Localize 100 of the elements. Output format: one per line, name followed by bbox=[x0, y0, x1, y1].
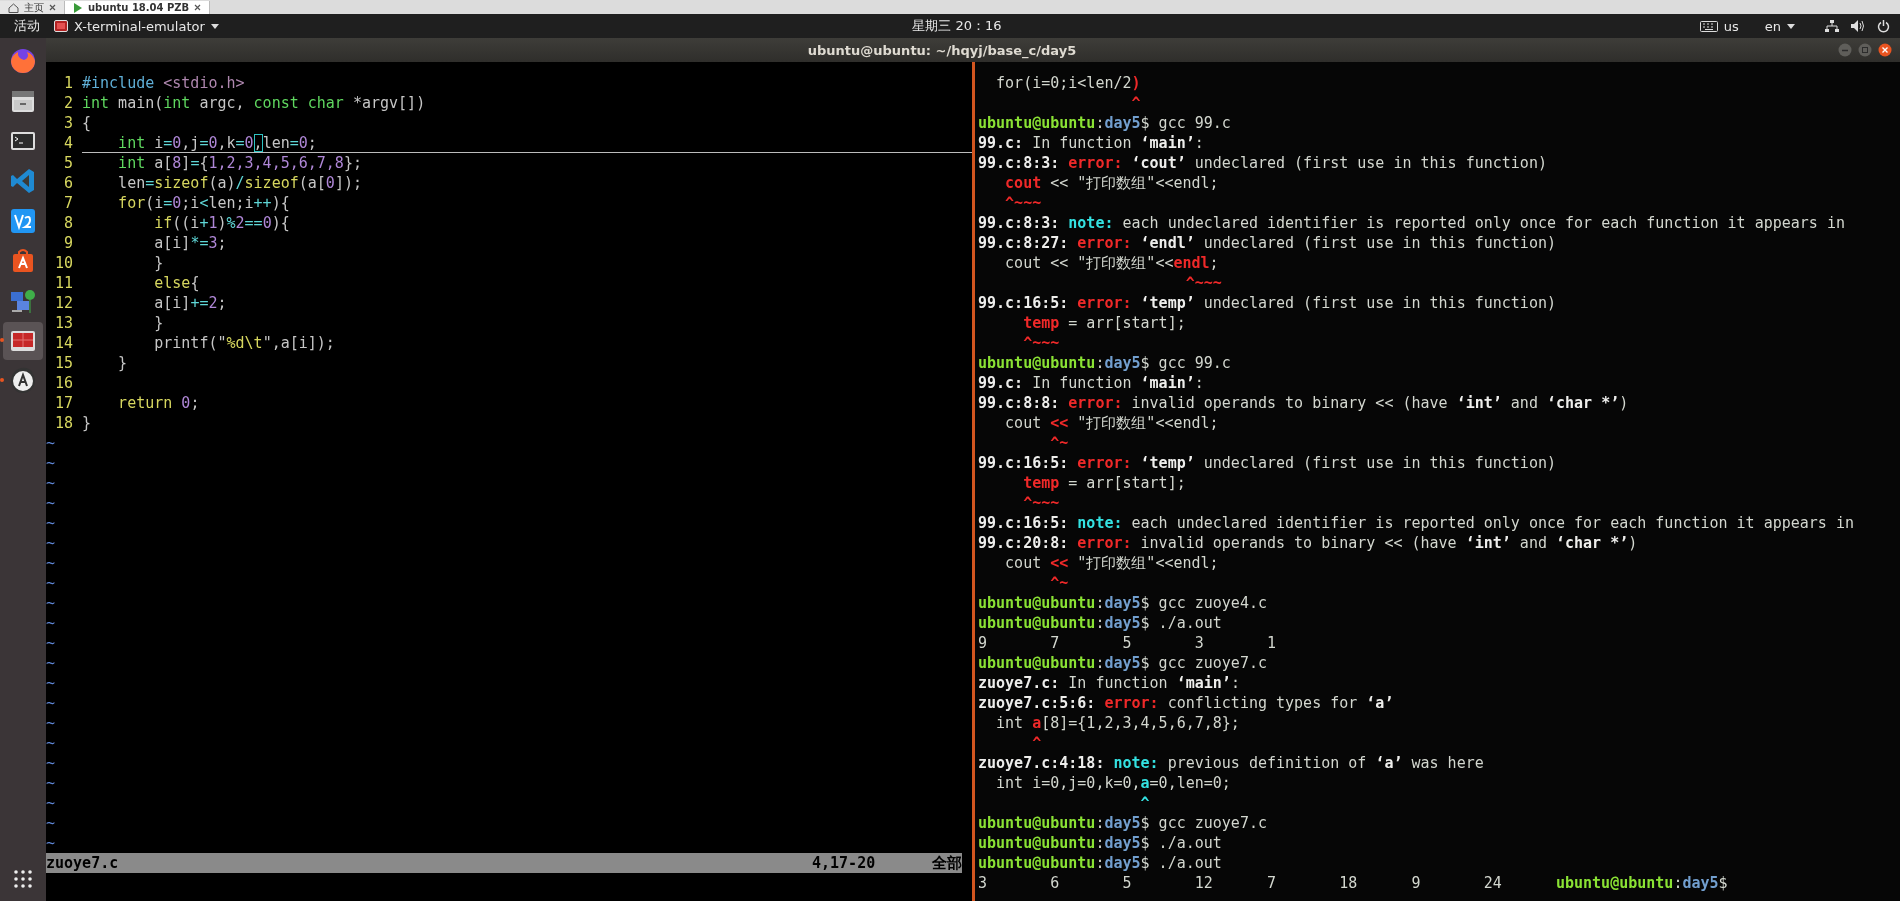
terminal-line: ^ bbox=[1031, 733, 1042, 753]
volume-icon[interactable] bbox=[1851, 20, 1865, 32]
line-number: 1 bbox=[62, 73, 74, 93]
line-number: 7 bbox=[62, 193, 74, 213]
code-line: } bbox=[153, 313, 165, 333]
terminal-line: 99.c:8:8: error: invalid operands to binary << (have ‘int’ and ‘char *’) bbox=[978, 393, 1629, 413]
browser-tab[interactable]: ubuntu 18.04 PZB bbox=[65, 1, 211, 14]
terminal-line: 99.c: In function ‘main’: bbox=[978, 133, 1204, 153]
launcher-item[interactable] bbox=[3, 322, 43, 360]
line-number: 11 bbox=[53, 273, 74, 293]
window-title: ubuntu@ubuntu: ~/hqyj/base_c/day5 bbox=[806, 42, 1078, 58]
app-menu[interactable]: X-terminal-emulator bbox=[54, 18, 219, 34]
terminal-line: temp = arr[start]; bbox=[1022, 313, 1186, 333]
terminal-line: 9 7 5 3 1 bbox=[978, 633, 1276, 653]
code-line: #include <stdio.h> bbox=[82, 73, 246, 93]
terminal-line: ^~~~ bbox=[1022, 333, 1060, 353]
terminal-line: ubuntu@ubuntu:day5$ ./a.out bbox=[978, 613, 1222, 633]
clock[interactable]: 星期三 20：16 bbox=[912, 18, 1002, 33]
terminal-line: ^ bbox=[1139, 793, 1150, 813]
code-line: return 0; bbox=[117, 393, 201, 413]
code-line: int a[8]={1,2,3,4,5,6,7,8}; bbox=[117, 153, 363, 173]
code-line: len=sizeof(a)/sizeof(a[0]); bbox=[117, 173, 363, 193]
language-menu[interactable]: en bbox=[1764, 18, 1795, 34]
keyboard-layout-indicator[interactable]: us bbox=[1699, 18, 1739, 34]
network-icon[interactable] bbox=[1825, 19, 1839, 33]
empty-line-marker: ~ bbox=[46, 553, 56, 573]
terminal-line: ^~~~ bbox=[1184, 273, 1222, 293]
terminal-app-icon bbox=[54, 20, 68, 32]
code-line: for(i=0;i<len;i++){ bbox=[117, 193, 291, 213]
line-number: 9 bbox=[62, 233, 74, 253]
update-icon bbox=[8, 366, 38, 396]
terminal-line: zuoye7.c:5:6: error: conflicting types for ‘a’ bbox=[978, 693, 1394, 713]
terminal-line: ubuntu@ubuntu:day5$ gcc zuoye4.c bbox=[978, 593, 1267, 613]
terminal-line: ^~~~ bbox=[1022, 493, 1060, 513]
terminal-line: 99.c:16:5: note: each undeclared identifier is reported only once for each function it appears in bbox=[978, 513, 1854, 533]
terminal-line: 99.c:8:27: error: ‘endl’ undeclared (first use in this function) bbox=[978, 233, 1556, 253]
empty-line-marker: ~ bbox=[46, 813, 56, 833]
empty-line-marker: ~ bbox=[46, 493, 56, 513]
terminal-line: ^~~~ bbox=[1004, 193, 1042, 213]
line-number: 13 bbox=[53, 313, 74, 333]
empty-line-marker: ~ bbox=[46, 833, 56, 853]
terminal-line: zuoye7.c:4:18: note: previous definition of ‘a’ was here bbox=[978, 753, 1484, 773]
browser-tab[interactable]: 主页 bbox=[0, 1, 65, 14]
terminal-line: ubuntu@ubuntu:day5$ gcc zuoye7.c bbox=[978, 813, 1267, 833]
activities-button[interactable]: 活动 bbox=[14, 17, 40, 35]
terminal-line: 3 6 5 12 7 18 9 24 ubuntu@ubuntu:day5$ bbox=[978, 873, 1728, 893]
terminal-line: cout << "打印数组"<<endl; bbox=[1004, 253, 1219, 273]
empty-line-marker: ~ bbox=[46, 473, 56, 493]
empty-line-marker: ~ bbox=[46, 693, 56, 713]
terminal-line: zuoye7.c: In function ‘main’: bbox=[978, 673, 1240, 693]
empty-line-marker: ~ bbox=[46, 653, 56, 673]
terminal-line: ubuntu@ubuntu:day5$ gcc 99.c bbox=[978, 113, 1231, 133]
empty-line-marker: ~ bbox=[46, 633, 56, 653]
terminal-line: 99.c:8:3: error: ‘cout’ undeclared (first use in this function) bbox=[978, 153, 1547, 173]
line-number: 12 bbox=[53, 293, 74, 313]
code-line: int i=0,j=0,k=0,len=0; bbox=[82, 133, 972, 153]
close-icon[interactable] bbox=[49, 4, 56, 11]
empty-line-marker: ~ bbox=[46, 613, 56, 633]
code-line: int main(int argc, const char *argv[]) bbox=[82, 93, 427, 113]
terminal-line: ubuntu@ubuntu:day5$ gcc 99.c bbox=[978, 353, 1231, 373]
line-number: 5 bbox=[62, 153, 74, 173]
terminal-line: 99.c:20:8: error: invalid operands to binary << (have ‘int’ and ‘char *’) bbox=[978, 533, 1638, 553]
dropdown-caret-icon bbox=[210, 23, 219, 29]
code-line: if((i+1)%2==0){ bbox=[153, 213, 291, 233]
empty-line-marker: ~ bbox=[46, 533, 56, 553]
code-line: else{ bbox=[153, 273, 201, 293]
line-number: 16 bbox=[53, 373, 74, 393]
line-number: 17 bbox=[53, 393, 74, 413]
close-icon[interactable] bbox=[194, 4, 202, 11]
line-number: 2 bbox=[62, 93, 74, 113]
terminal-line: ^~ bbox=[1049, 573, 1069, 593]
empty-line-marker: ~ bbox=[46, 733, 56, 753]
terminal-line: cout << "打印数组"<<endl; bbox=[1004, 413, 1219, 433]
empty-line-marker: ~ bbox=[46, 573, 56, 593]
terminal-line: int i=0,j=0,k=0,a=0,len=0; bbox=[995, 773, 1231, 793]
terminal-line: 99.c: In function ‘main’: bbox=[978, 373, 1204, 393]
cursor-position: 4,17-20 bbox=[812, 853, 877, 873]
line-number: 8 bbox=[62, 213, 74, 233]
dropdown-caret-icon bbox=[1787, 23, 1795, 29]
browser-icon bbox=[8, 46, 38, 76]
app-tile-icon bbox=[8, 206, 38, 236]
empty-line-marker: ~ bbox=[46, 433, 56, 453]
terminal-line: for(i=0;i<len/2) bbox=[995, 73, 1141, 93]
power-icon[interactable] bbox=[1877, 19, 1890, 33]
line-number: 18 bbox=[53, 413, 74, 433]
app-grid-icon[interactable] bbox=[13, 869, 33, 889]
empty-line-marker: ~ bbox=[46, 713, 56, 733]
close-button[interactable] bbox=[1878, 43, 1892, 57]
code-line: } bbox=[153, 253, 165, 273]
line-number: 4 bbox=[62, 133, 74, 153]
keyboard-icon bbox=[1699, 20, 1718, 32]
line-number: 6 bbox=[62, 173, 74, 193]
home-icon bbox=[8, 2, 19, 13]
scroll-position: 全部 bbox=[932, 853, 962, 873]
empty-line-marker: ~ bbox=[46, 513, 56, 533]
empty-line-marker: ~ bbox=[46, 753, 56, 773]
terminal-line: ^ bbox=[1130, 93, 1141, 113]
line-number: 15 bbox=[53, 353, 74, 373]
empty-line-marker: ~ bbox=[46, 793, 56, 813]
empty-line-marker: ~ bbox=[46, 773, 56, 793]
